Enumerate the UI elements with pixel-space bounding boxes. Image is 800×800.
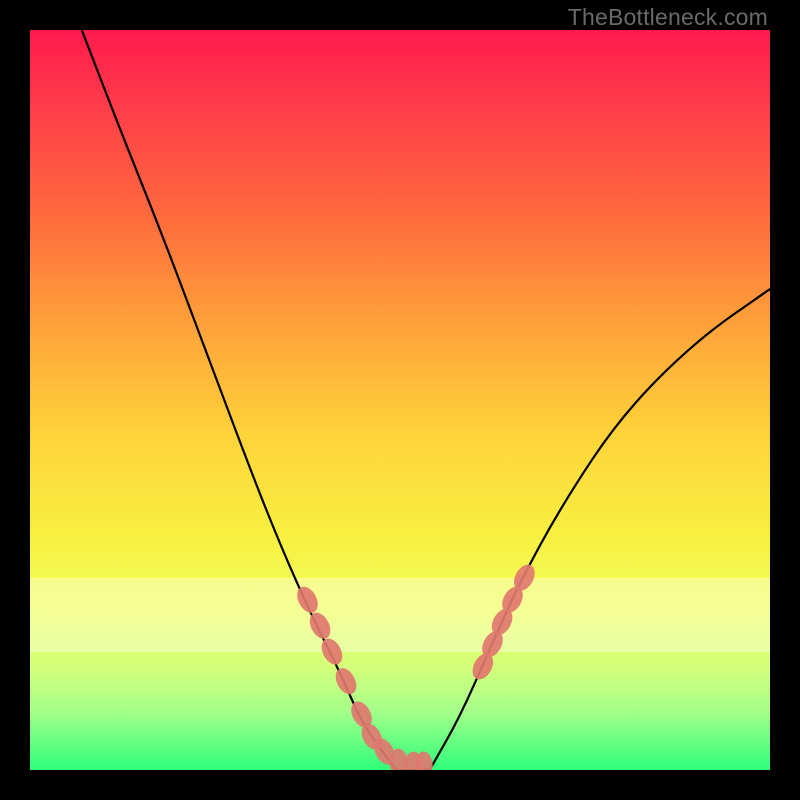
chart-frame: TheBottleneck.com: [0, 0, 800, 800]
data-marker: [317, 635, 346, 668]
watermark-text: TheBottleneck.com: [568, 4, 768, 31]
curve-svg: [30, 30, 770, 770]
data-marker: [331, 665, 360, 698]
markers-group: [293, 561, 539, 770]
data-marker: [293, 583, 322, 616]
plot-area: [30, 30, 770, 770]
data-marker: [306, 609, 335, 642]
right-curve: [430, 289, 770, 770]
left-curve: [82, 30, 397, 770]
